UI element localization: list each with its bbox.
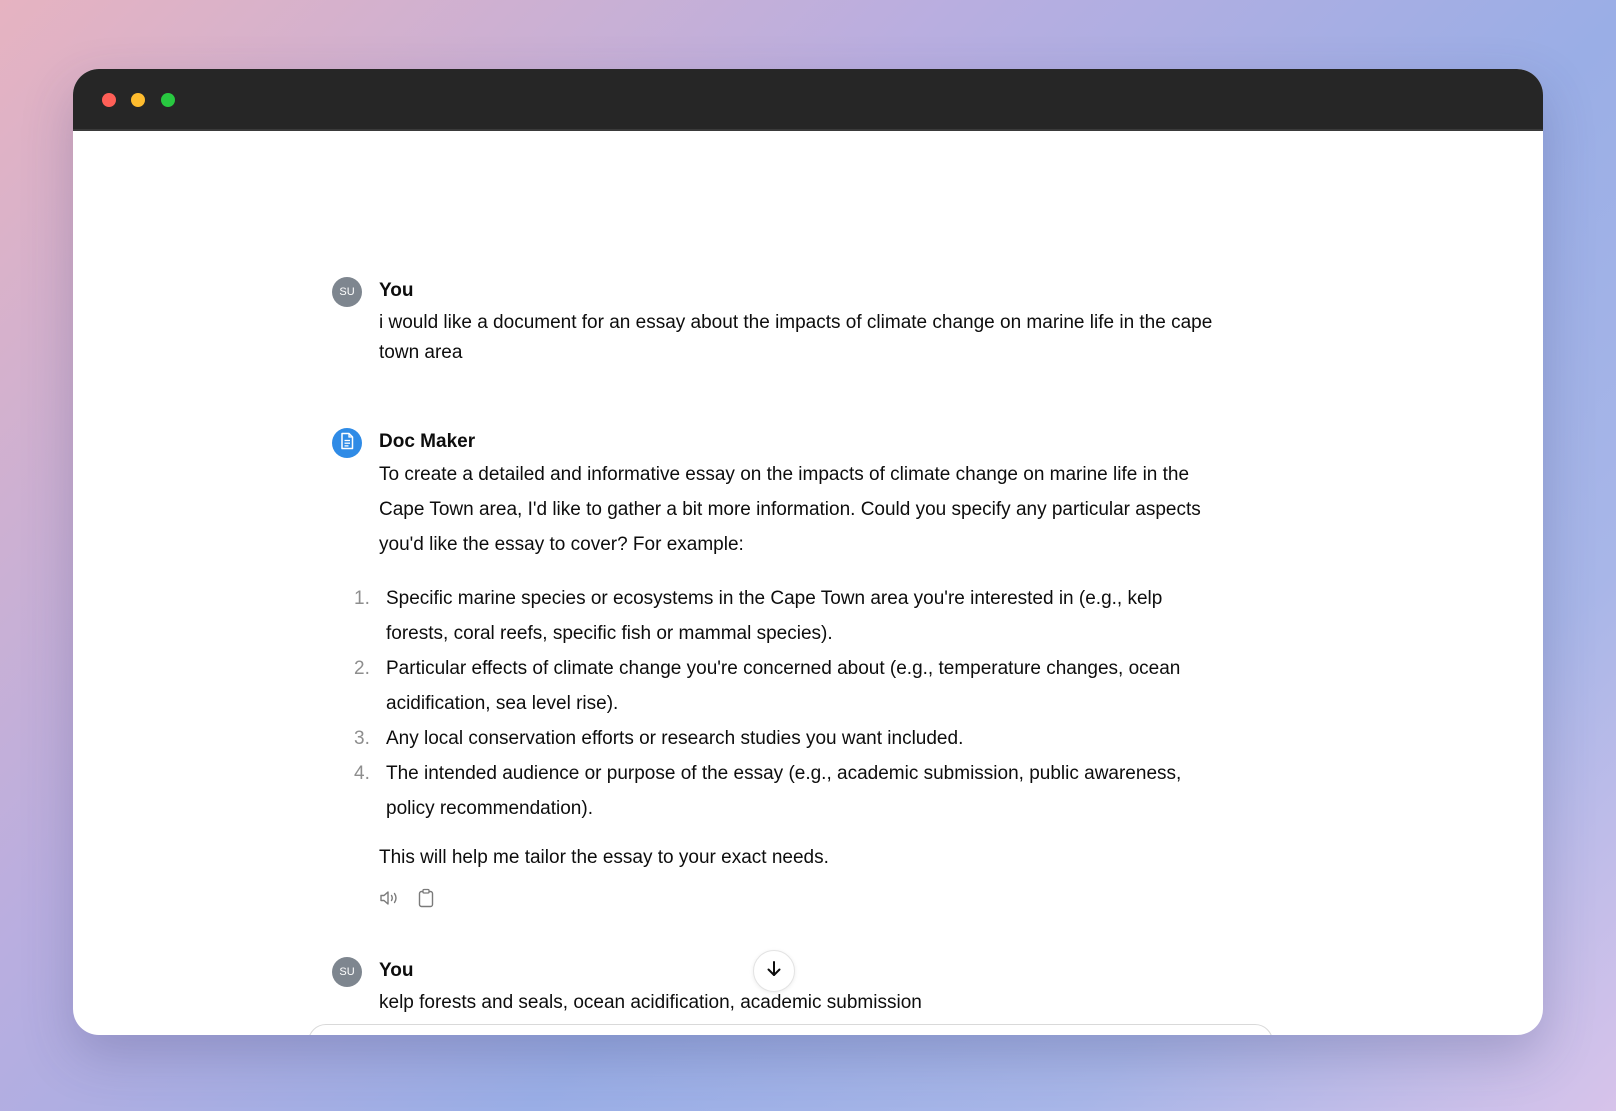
list-item: 3. Any local conservation efforts or res…	[332, 721, 1212, 756]
list-item-text: Specific marine species or ecosystems in…	[386, 588, 1163, 644]
list-item: 1. Specific marine species or ecosystems…	[332, 581, 1212, 651]
list-item-text: Particular effects of climate change you…	[386, 658, 1181, 714]
user-message: SU You i would like a document for an es…	[332, 277, 1232, 377]
message-composer	[308, 1024, 1273, 1035]
message-text: kelp forests and seals, ocean acidificat…	[379, 992, 922, 1013]
title-bar	[73, 69, 1543, 131]
read-aloud-icon[interactable]	[379, 887, 401, 909]
close-window-button[interactable]	[102, 93, 116, 107]
zoom-window-button[interactable]	[161, 93, 175, 107]
copy-icon[interactable]	[415, 887, 437, 909]
list-number: 1.	[354, 588, 370, 609]
message-actions	[379, 887, 437, 909]
list-number: 2.	[354, 658, 370, 679]
list-item: 4. The intended audience or purpose of t…	[332, 756, 1212, 826]
app-window: SU You i would like a document for an es…	[73, 69, 1543, 1035]
options-list: 1. Specific marine species or ecosystems…	[332, 581, 1212, 826]
list-number: 3.	[354, 728, 370, 749]
list-item-text: The intended audience or purpose of the …	[386, 763, 1182, 819]
chat-area: SU You i would like a document for an es…	[73, 131, 1543, 1035]
sender-name: Doc Maker	[379, 431, 476, 452]
scroll-to-bottom-button[interactable]	[753, 950, 795, 992]
sender-name: You	[379, 280, 414, 301]
list-number: 4.	[354, 763, 370, 784]
minimize-window-button[interactable]	[131, 93, 145, 107]
message-text: i would like a document for an essay abo…	[379, 312, 1213, 363]
document-icon	[339, 432, 355, 455]
avatar-initials: SU	[339, 966, 355, 978]
message-closing: This will help me tailor the essay to yo…	[379, 847, 829, 868]
avatar: SU	[332, 957, 362, 987]
message-intro: To create a detailed and informative ess…	[379, 464, 1201, 555]
sender-name: You	[379, 960, 414, 981]
assistant-message: Doc Maker To create a detailed and infor…	[332, 428, 1232, 928]
avatar: SU	[332, 277, 362, 307]
arrow-down-icon	[765, 959, 783, 984]
avatar-initials: SU	[339, 286, 355, 298]
list-item-text: Any local conservation efforts or resear…	[386, 728, 964, 749]
avatar	[332, 428, 362, 458]
list-item: 2. Particular effects of climate change …	[332, 651, 1212, 721]
